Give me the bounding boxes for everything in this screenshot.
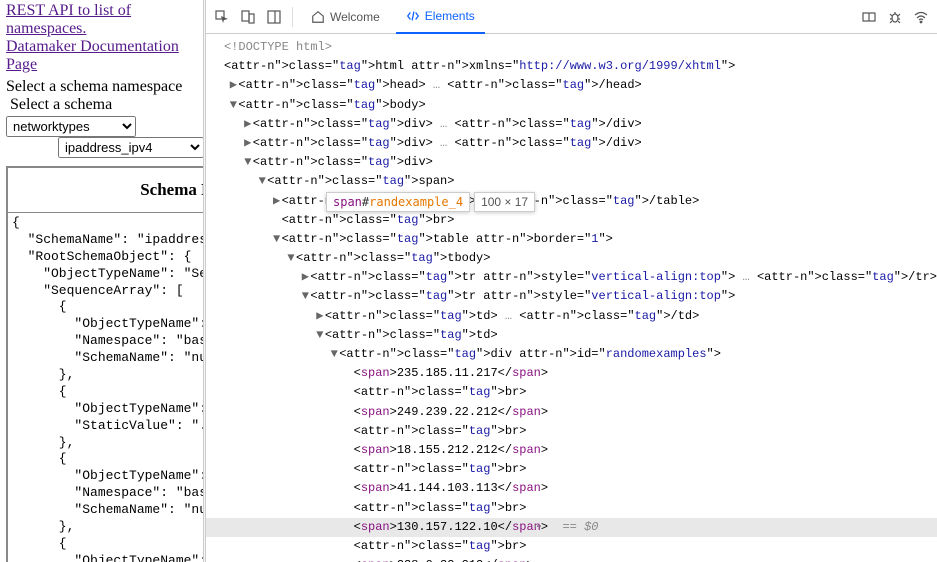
dom-tree-node[interactable]: <span>130.157.122.10</span> == $0 xyxy=(206,518,937,537)
dom-tree-node[interactable]: <attr-n">class="tag">br> xyxy=(206,211,937,230)
dom-tree-node[interactable]: ▶<attr-n">class="tag">tr attr-n">style="… xyxy=(206,268,937,287)
docs-link[interactable]: Datamaker Documentation Page xyxy=(6,38,197,74)
element-inspector-tooltip: span#randexample_4 100 × 17 xyxy=(326,192,535,212)
dom-tree-node[interactable]: ▼<attr-n">class="tag">table attr-n">bord… xyxy=(206,230,937,249)
dom-tree-node[interactable]: ▶<attr-n">class="tag">head> … <attr-n">c… xyxy=(206,76,937,95)
dom-tree-node[interactable]: <span>18.155.212.212</span> xyxy=(206,441,937,460)
bug-icon[interactable] xyxy=(885,7,905,27)
dom-tree-node[interactable]: <span>41.144.103.113</span> xyxy=(206,479,937,498)
dom-tree-node[interactable]: ▶<attr-n">class="tag">div> … <attr-n">cl… xyxy=(206,134,937,153)
dom-tree-node[interactable]: ▶<attr-n">class="tag">div> … <attr-n">cl… xyxy=(206,115,937,134)
schema-table: Schema Definition Random Examples { "Sch… xyxy=(6,166,203,562)
device-emulation-icon[interactable] xyxy=(238,7,258,27)
dom-tree-node[interactable]: <attr-n">class="tag">br> xyxy=(206,422,937,441)
devtools-tabbar: Welcome Elements xyxy=(206,0,937,34)
dom-tree-node[interactable]: <attr-n">class="tag">br> xyxy=(206,460,937,479)
dom-tree-node[interactable]: <span>235.185.11.217</span> xyxy=(206,364,937,383)
dom-tree-node[interactable]: ▼<attr-n">class="tag">div> xyxy=(206,153,937,172)
dom-tree-node[interactable]: <attr-n">class="tag">br> xyxy=(206,499,937,518)
tab-welcome[interactable]: Welcome xyxy=(301,0,390,34)
dom-tree-node[interactable]: ▼<attr-n">class="tag">td> xyxy=(206,326,937,345)
namespace-select[interactable]: networktypes xyxy=(6,116,136,137)
dom-tree-node[interactable]: <!DOCTYPE html> xyxy=(206,38,937,57)
dom-tree-node[interactable]: ▼<attr-n">class="tag">tbody> xyxy=(206,249,937,268)
dom-tree-node[interactable]: <attr-n">class="tag">br> xyxy=(206,537,937,556)
dom-tree-node[interactable]: <span>249.239.22.212</span> xyxy=(206,403,937,422)
page-content-panel: REST API to list of namespaces. Datamake… xyxy=(0,0,203,562)
schema-select[interactable]: ipaddress_ipv4 xyxy=(58,137,203,158)
tab-elements[interactable]: Elements xyxy=(396,0,485,34)
dom-tree-node[interactable]: ▼<attr-n">class="tag">div attr-n">id="ra… xyxy=(206,345,937,364)
dom-tree-node[interactable]: ▼<attr-n">class="tag">tr attr-n">style="… xyxy=(206,287,937,306)
devtools-panel: Welcome Elements <!DOCTYPE html> <attr-n… xyxy=(206,0,937,562)
dom-tree-node[interactable]: ▼<attr-n">class="tag">body> xyxy=(206,96,937,115)
label-select-namespace: Select a schema namespace xyxy=(6,78,182,96)
dom-tree-node[interactable]: <attr-n">class="tag">br> xyxy=(206,383,937,402)
rest-api-link[interactable]: REST API to list of namespaces. xyxy=(6,2,197,38)
wifi-icon[interactable] xyxy=(911,7,931,27)
inspect-element-icon[interactable] xyxy=(212,7,232,27)
more-tabs-icon[interactable] xyxy=(859,7,879,27)
header-schema-definition: Schema Definition xyxy=(7,167,203,213)
dock-side-icon[interactable] xyxy=(264,7,284,27)
dom-tree[interactable]: <!DOCTYPE html> <attr-n">class="tag">htm… xyxy=(206,34,937,562)
label-select-schema: Select a schema xyxy=(10,96,112,114)
dom-tree-node[interactable]: ▼<attr-n">class="tag">span> xyxy=(206,172,937,191)
dom-tree-node[interactable]: <attr-n">class="tag">html attr-n">xmlns=… xyxy=(206,57,937,76)
dom-tree-node[interactable]: ▶<attr-n">class="tag">table> … <attr-n">… xyxy=(206,192,937,211)
dom-tree-node[interactable]: ▶<attr-n">class="tag">td> … <attr-n">cla… xyxy=(206,307,937,326)
dom-tree-node[interactable]: <span>238.0.32.212</span> xyxy=(206,556,937,562)
schema-json: { "SchemaName": "ipaddress_ipv4", "RootS… xyxy=(12,215,203,562)
